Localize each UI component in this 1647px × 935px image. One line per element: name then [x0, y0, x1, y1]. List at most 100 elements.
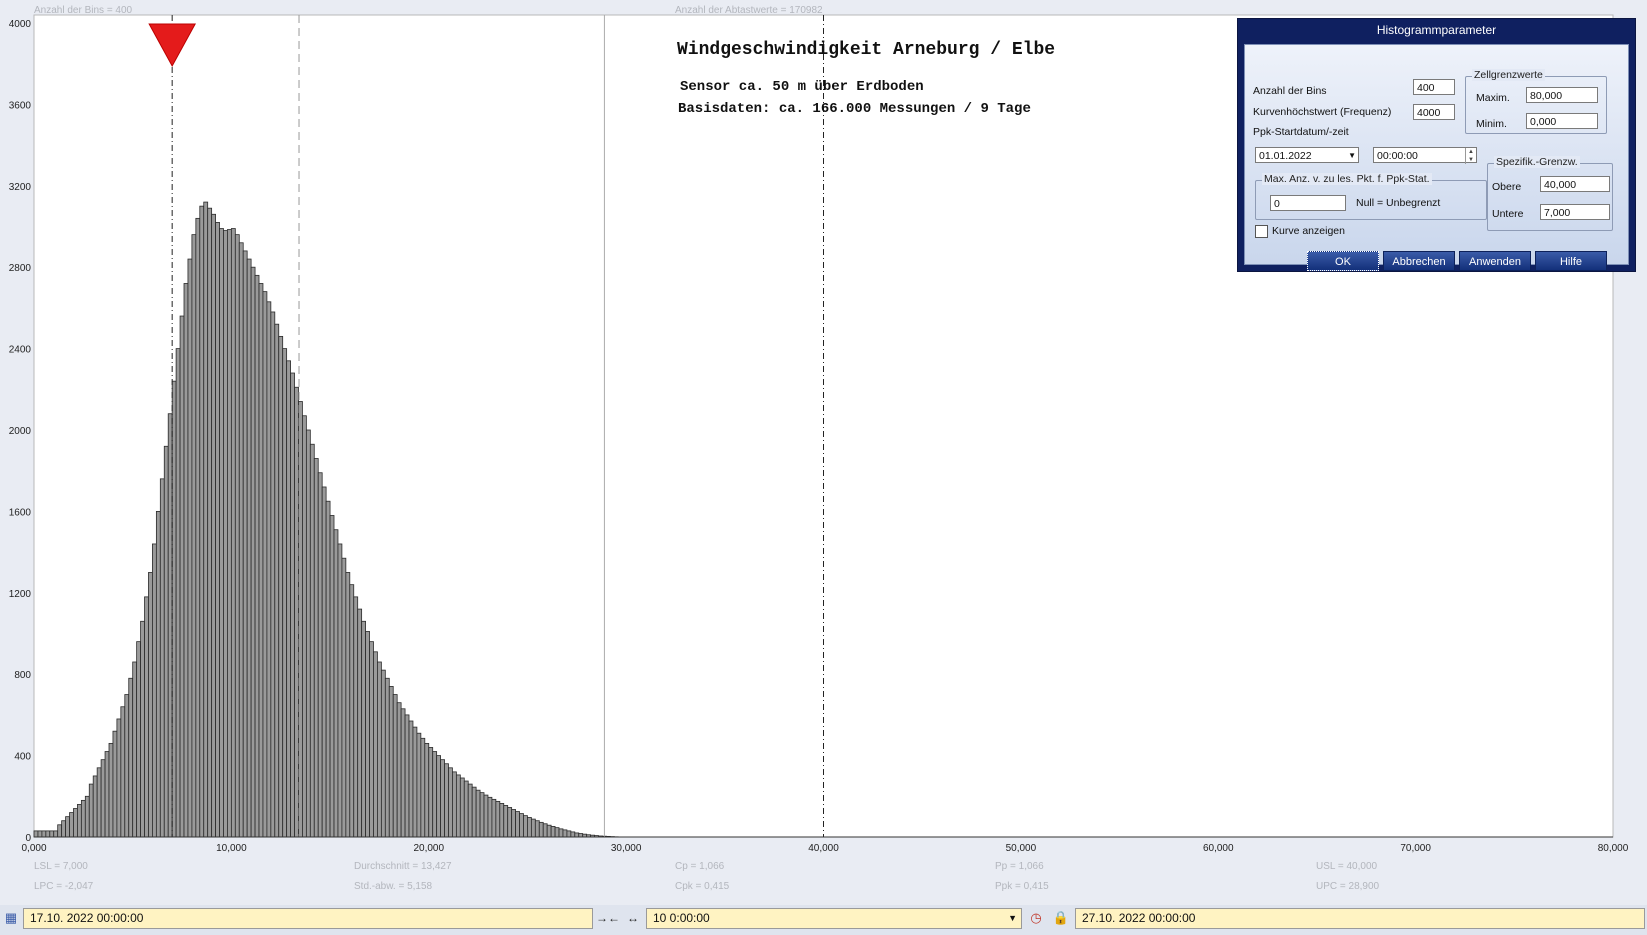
show-curve-label: Kurve anzeigen [1272, 225, 1345, 237]
histogram-bar [234, 234, 240, 838]
histogram-bar [175, 348, 181, 838]
show-curve-checkbox[interactable] [1255, 225, 1268, 238]
histogram-bar [84, 795, 90, 838]
histogram-bar [495, 800, 501, 838]
chevron-down-icon: ▼ [1008, 913, 1017, 923]
max-input[interactable]: 80,000 [1526, 87, 1598, 103]
histogram-bar [254, 274, 260, 838]
spin-icon[interactable]: ▲ ▼ [1465, 148, 1476, 164]
histogram-bar [65, 816, 70, 838]
histogram-bar [69, 812, 74, 838]
histogram-bar [483, 794, 489, 838]
histogram-bar [574, 832, 580, 838]
histogram-bar [325, 500, 331, 838]
max-points-title: Max. Anz. v. zu les. Pkt. f. Ppk-Stat. [1262, 173, 1432, 185]
histogram-bar [459, 777, 465, 838]
histogram-bar [223, 230, 228, 838]
histogram-bar [333, 529, 339, 838]
cell-limits-title: Zellgrenzwerte [1472, 69, 1545, 81]
y-tick-label: 1600 [9, 507, 32, 518]
apply-button[interactable]: Anwenden [1459, 251, 1531, 271]
start-date-select[interactable]: 01.01.2022 ▼ [1255, 147, 1359, 163]
histogram-bar [230, 228, 236, 838]
histogram-bar [420, 737, 426, 838]
bins-input[interactable]: 400 [1413, 79, 1455, 95]
min-label: Minim. [1476, 118, 1507, 130]
x-tick-label: 50,000 [1006, 843, 1037, 854]
histogram-bar [195, 217, 201, 838]
annotation-basis: Basisdaten: ca. 166.000 Messungen / 9 Ta… [678, 101, 1031, 117]
histogram-bar [570, 831, 576, 838]
lock-icon[interactable]: 🔒 [1052, 909, 1070, 927]
histogram-bar [124, 694, 130, 838]
upc-stat: UPC = 28,900 [1316, 881, 1380, 892]
histogram-bar [302, 415, 307, 838]
histogram-bar [92, 775, 98, 838]
histogram-bar [562, 829, 568, 838]
histogram-bar [369, 641, 374, 838]
y-tick-label: 400 [14, 752, 31, 763]
start-time-input[interactable]: 00:00:00 ▲ ▼ [1373, 147, 1477, 164]
histogram-bar [163, 445, 169, 838]
zoom-in-icon[interactable]: →← [596, 909, 620, 927]
lower-limit-input[interactable]: 7,000 [1540, 204, 1610, 220]
histogram-bar [238, 242, 244, 838]
zoom-out-icon[interactable]: ↔ [621, 909, 645, 927]
histogram-bar [266, 301, 272, 838]
histogram-bar [294, 386, 299, 838]
histogram-bar [408, 720, 414, 838]
histogram-bar [183, 283, 189, 838]
mean-stat: Durchschnitt = 13,427 [354, 861, 452, 872]
clock-icon[interactable]: ◷ [1027, 909, 1045, 927]
histogram-bar [337, 543, 343, 838]
histogram-bar [475, 789, 481, 838]
ok-button[interactable]: OK [1307, 251, 1379, 271]
calendar-icon[interactable]: ▦ [2, 909, 20, 927]
histogram-bar [546, 824, 552, 838]
histogram-bar [507, 807, 513, 838]
histogram-bar [148, 572, 153, 838]
histogram-bar [400, 708, 406, 838]
help-button[interactable]: Hilfe [1535, 251, 1607, 271]
pp-stat: Pp = 1,066 [995, 861, 1044, 872]
histogram-bar [467, 783, 473, 838]
histogram-bar [566, 830, 572, 838]
y-tick-label: 1200 [9, 589, 32, 600]
histogram-bar [365, 631, 370, 838]
histogram-bar [361, 620, 366, 838]
histogram-bar [37, 830, 43, 838]
histogram-bar [242, 250, 248, 838]
start-datetime-input[interactable]: 17.10. 2022 00:00:00 [23, 908, 593, 929]
end-datetime-input[interactable]: 27.10. 2022 00:00:00 [1075, 908, 1645, 929]
duration-select[interactable]: 10 0:00:00 ▼ [646, 908, 1022, 929]
cpk-stat: Cpk = 0,415 [675, 881, 730, 892]
min-input[interactable]: 0,000 [1526, 113, 1598, 129]
curve-max-input[interactable]: 4000 [1413, 104, 1455, 120]
cancel-button[interactable]: Abbrechen [1383, 251, 1455, 271]
max-points-input[interactable]: 0 [1270, 195, 1346, 211]
y-tick-label: 2800 [9, 263, 32, 274]
histogram-bar [463, 780, 469, 838]
annotation-sensor: Sensor ca. 50 m über Erdboden [680, 79, 924, 95]
histogram-bar [100, 759, 106, 838]
histogram-bar [416, 732, 422, 838]
spec-limits-group: Spezifik.-Grenzw. Obere 40,000 Untere 7,… [1487, 156, 1613, 231]
upper-limit-input[interactable]: 40,000 [1540, 176, 1610, 192]
histogram-bar [313, 458, 319, 838]
histogram-bar [112, 730, 118, 838]
histogram-bar [152, 543, 157, 838]
histogram-bar [140, 620, 145, 838]
y-tick-label: 800 [14, 670, 31, 681]
histogram-bar [353, 596, 359, 838]
x-tick-label: 60,000 [1203, 843, 1234, 854]
histogram-bar [396, 702, 402, 838]
histogram-bar [538, 821, 544, 838]
histogram-bar [45, 830, 51, 838]
histogram-bar [53, 830, 59, 838]
histogram-bar [550, 826, 556, 838]
y-tick-label: 3600 [9, 100, 32, 111]
histogram-bar [179, 315, 185, 838]
histogram-bar [499, 803, 505, 838]
x-tick-label: 20,000 [413, 843, 444, 854]
histogram-bar [227, 229, 232, 838]
